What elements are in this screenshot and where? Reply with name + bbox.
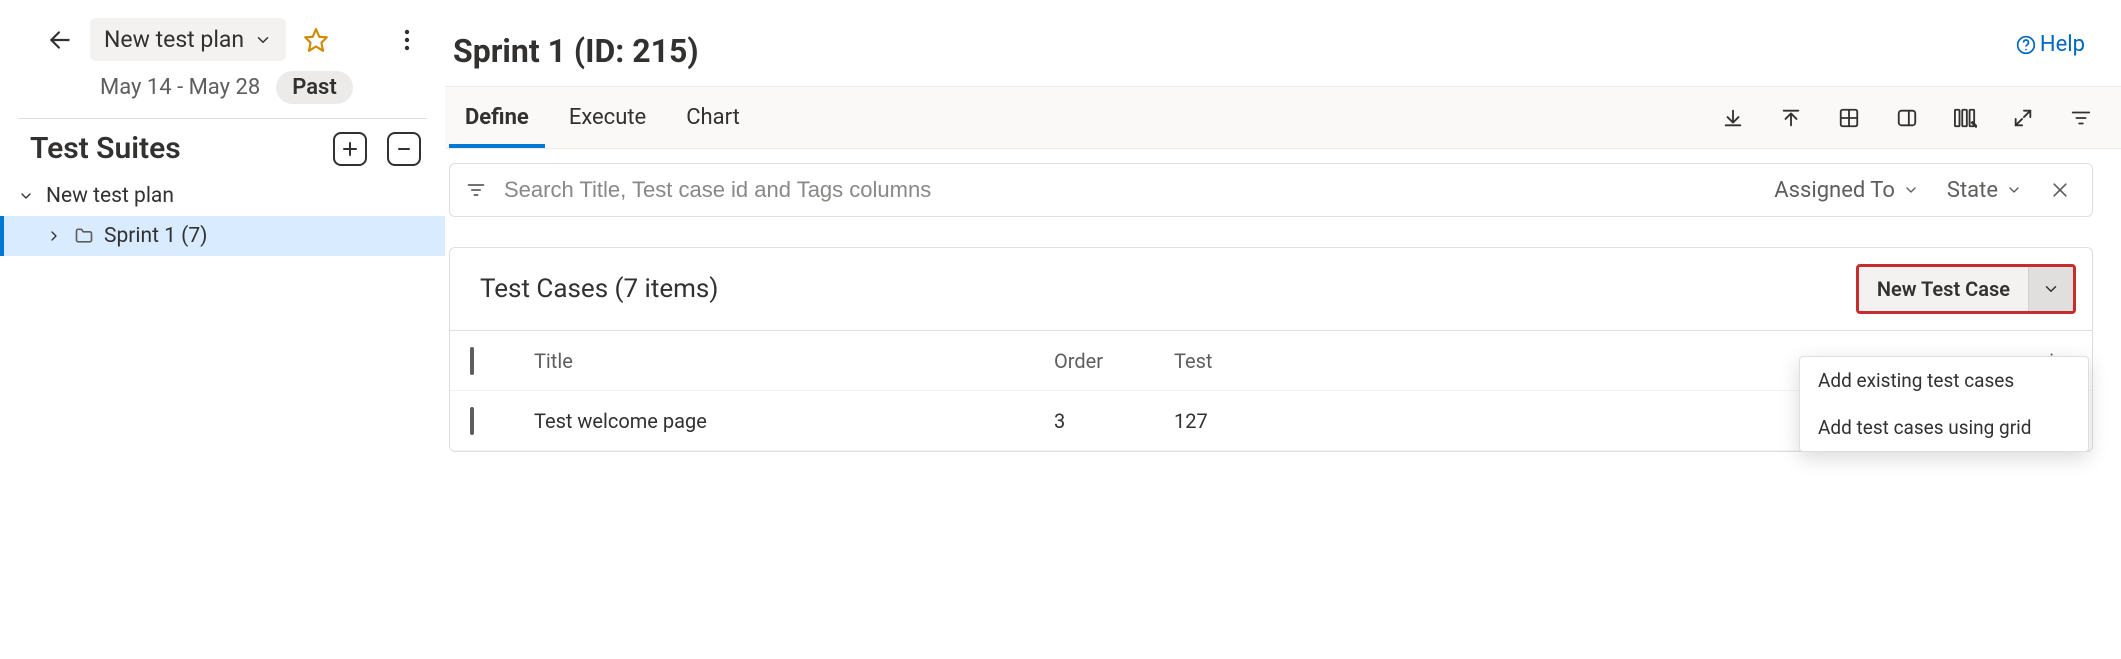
filter-assigned-to-label: Assigned To [1774, 178, 1895, 203]
sidebar: New test plan May 14 - May 28 Past Test … [0, 0, 445, 659]
tab-define[interactable]: Define [449, 87, 545, 148]
row-checkbox[interactable] [470, 407, 474, 435]
test-cases-title: Test Cases (7 items) [480, 274, 718, 304]
chevron-down-icon [2006, 182, 2022, 198]
search-input[interactable] [502, 176, 1752, 204]
chevron-right-icon [46, 228, 64, 244]
side-panel-icon[interactable] [1895, 106, 1919, 130]
filter-assigned-to[interactable]: Assigned To [1768, 178, 1925, 203]
row-title: Test welcome page [534, 409, 1054, 433]
add-suite-button[interactable] [333, 132, 367, 166]
clear-filter-icon[interactable] [2044, 180, 2076, 200]
help-icon [2016, 35, 2036, 55]
filter-state[interactable]: State [1941, 178, 2028, 203]
sidebar-header: New test plan [0, 0, 445, 61]
test-plan-name: New test plan [104, 26, 244, 53]
tab-chart[interactable]: Chart [670, 87, 756, 148]
col-title[interactable]: Title [534, 349, 1054, 373]
row-test: 127 [1174, 409, 1294, 433]
column-options-icon[interactable] [1953, 106, 1977, 130]
row-order: 3 [1054, 409, 1174, 433]
filter-state-label: State [1947, 178, 1998, 203]
app-root: New test plan May 14 - May 28 Past Test … [0, 0, 2121, 659]
grid-view-icon[interactable] [1837, 106, 1861, 130]
main-content: Sprint 1 (ID: 215) Help Define Execute C… [445, 0, 2121, 659]
new-test-case-dropdown[interactable] [2029, 267, 2073, 311]
help-link[interactable]: Help [2016, 32, 2085, 57]
collapse-suite-button[interactable] [387, 132, 421, 166]
plan-status-badge: Past [276, 71, 353, 104]
suite-tree: New test plan Sprint 1 (7) [0, 170, 445, 256]
export-icon[interactable] [1721, 106, 1745, 130]
new-test-case-button[interactable]: New Test Case [1859, 267, 2029, 311]
filter-icon[interactable] [2069, 106, 2093, 130]
filter-bar: Assigned To State [449, 163, 2093, 217]
back-icon[interactable] [40, 20, 80, 60]
chevron-down-icon [2042, 280, 2060, 298]
new-test-case-menu: Add existing test cases Add test cases u… [1799, 356, 2089, 452]
more-actions-icon[interactable] [387, 20, 427, 60]
test-suites-header: Test Suites [0, 127, 445, 170]
col-order[interactable]: Order [1054, 349, 1174, 373]
test-suites-title: Test Suites [30, 131, 181, 166]
tree-child-row[interactable]: Sprint 1 (7) [0, 216, 445, 256]
new-test-case-split-button: New Test Case [1856, 264, 2076, 314]
test-plan-selector[interactable]: New test plan [90, 18, 286, 61]
test-cases-header: Test Cases (7 items) New Test Case [450, 248, 2092, 330]
sidebar-subheader: May 14 - May 28 Past [0, 61, 445, 118]
menu-add-existing[interactable]: Add existing test cases [1800, 357, 2088, 404]
tree-child-label: Sprint 1 (7) [104, 224, 207, 248]
tab-execute[interactable]: Execute [553, 87, 662, 148]
page-header: Sprint 1 (ID: 215) Help [445, 26, 2121, 86]
col-test[interactable]: Test [1174, 349, 1294, 373]
favorite-star-icon[interactable] [296, 20, 336, 60]
tab-bar: Define Execute Chart [445, 86, 2121, 149]
menu-add-grid[interactable]: Add test cases using grid [1800, 404, 2088, 451]
help-label: Help [2040, 32, 2085, 57]
plan-date-range: May 14 - May 28 [100, 75, 260, 100]
page-title: Sprint 1 (ID: 215) [453, 32, 699, 70]
chevron-down-icon [18, 188, 36, 204]
divider [18, 118, 427, 119]
chevron-down-icon [254, 31, 272, 49]
tree-root-row[interactable]: New test plan [0, 176, 445, 216]
folder-icon [74, 226, 94, 246]
fullscreen-icon[interactable] [2011, 106, 2035, 130]
tree-root-label: New test plan [46, 184, 174, 208]
import-icon[interactable] [1779, 106, 1803, 130]
chevron-down-icon [1903, 182, 1919, 198]
filter-lines-icon [466, 180, 486, 200]
select-all-checkbox[interactable] [470, 347, 474, 375]
